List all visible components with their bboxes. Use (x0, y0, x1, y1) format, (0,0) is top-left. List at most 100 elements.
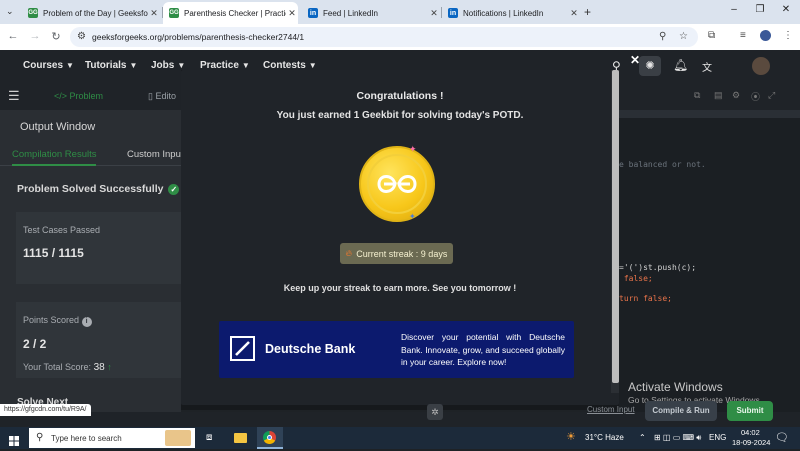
windows-start-icon[interactable] (9, 433, 19, 446)
browser-tab-active[interactable]: GG Parenthesis Checker | Practice | ✕ (163, 2, 298, 24)
close-icon[interactable]: ✕ (630, 53, 640, 67)
theme-toggle-icon[interactable]: ✺ (639, 56, 661, 76)
task-view-icon[interactable]: ⧈ (206, 432, 212, 443)
code-line[interactable]: false; (619, 274, 653, 283)
gfg-logo-icon (377, 175, 417, 193)
tray-chevron-icon[interactable]: ⌃ (639, 433, 646, 442)
url-text[interactable]: geeksforgeeks.org/problems/parenthesis-c… (92, 32, 304, 42)
search-icon: ⚲ (36, 432, 44, 443)
weather-icon: ☀ (566, 431, 576, 443)
tab-problem[interactable]: </> Problem (54, 91, 103, 101)
status-text: Problem Solved Successfully ✓ (17, 183, 180, 195)
code-icon: </> (54, 91, 70, 101)
page-bottom-strip: https://gfgcdn.com/tu/R9A/ ✲ Custom Inpu… (0, 401, 800, 427)
output-window-title: Output Window (20, 121, 96, 133)
menu-kebab-icon[interactable]: ⋮ (783, 30, 793, 41)
fullscreen-icon[interactable]: ⤢ (768, 90, 775, 101)
translate-icon[interactable]: 文 (702, 59, 712, 74)
chrome-icon[interactable] (257, 427, 283, 449)
forward-icon[interactable]: → (28, 30, 42, 42)
deutsche-bank-logo-icon (230, 336, 255, 361)
file-explorer-icon[interactable] (234, 433, 247, 443)
tab-title: Problem of the Day | GeeksforG (43, 8, 148, 18)
profile-icon[interactable] (760, 30, 771, 41)
test-cases-value: 1115 / 1115 (23, 246, 84, 260)
notification-bell-icon[interactable]: 🔔︎ (673, 58, 688, 72)
search-placeholder: Type here to search (51, 434, 122, 443)
arrow-up-icon: ↑ (107, 362, 112, 372)
gfg-icon: GG (169, 8, 179, 18)
clock-date[interactable]: 18-09-2024 (732, 438, 770, 447)
windows-taskbar: ⚲ Type here to search ⧈ ☀ 31°C Haze ⌃ ⊞ … (0, 427, 800, 449)
file-icon[interactable]: ▤ (714, 90, 723, 101)
browser-tab[interactable]: in Feed | LinkedIn ✕ (302, 2, 440, 24)
settings-icon[interactable]: ⚙ (732, 90, 740, 101)
code-line[interactable]: turn false; (619, 294, 672, 303)
code-editor-panel: ⧉ ▤ ⚙ ⦿ ⤢ e balanced or not. ='(')st.pus… (619, 82, 800, 412)
status-url: https://gfgcdn.com/tu/R9A/ (0, 404, 91, 416)
compile-run-button[interactable]: Compile & Run (645, 401, 717, 421)
fire-icon: 🔥︎ (345, 248, 353, 258)
linkedin-icon: in (308, 8, 318, 18)
tab-search-icon[interactable]: ⌄ (6, 6, 14, 17)
copy-icon[interactable]: ⧉ (694, 90, 700, 101)
code-line[interactable]: e balanced or not. (619, 160, 706, 169)
taskbar-search-input[interactable]: ⚲ Type here to search (29, 428, 195, 448)
reading-list-icon[interactable]: ≡ (740, 30, 746, 41)
close-tab-icon[interactable]: ✕ (568, 8, 580, 19)
modal-message: Keep up your streak to earn more. See yo… (283, 283, 517, 293)
code-line[interactable]: ='(')st.push(c); (619, 263, 696, 272)
tray-icons[interactable]: ⊞ ◫ ▭ ⌨ 🔊︎ (654, 433, 701, 443)
close-tab-icon[interactable]: ✕ (286, 8, 298, 19)
modal-scrollbar-thumb[interactable] (612, 70, 619, 383)
notification-center-icon[interactable]: 🗨︎ (775, 431, 789, 444)
deutsche-bank-ad[interactable]: Deutsche Bank Discover your potential wi… (219, 321, 574, 378)
editor-line-highlight (619, 110, 800, 118)
minimize-icon[interactable]: – (722, 4, 746, 15)
extensions-icon[interactable]: ⧉ (708, 30, 715, 41)
new-tab-icon[interactable]: + (584, 5, 591, 19)
restore-icon[interactable]: ❐ (748, 4, 772, 15)
close-tab-icon[interactable]: ✕ (148, 8, 160, 19)
site-info-icon[interactable]: ⚙ (77, 31, 86, 42)
browser-toolbar: ← → ↻ ⚙ geeksforgeeks.org/problems/paren… (0, 24, 800, 50)
back-icon[interactable]: ← (6, 30, 20, 42)
bookmark-star-icon[interactable]: ☆ (679, 31, 688, 42)
points-value: 2 / 2 (23, 337, 47, 351)
custom-input-button[interactable]: Custom Input (587, 405, 635, 414)
chevron-down-icon: ▼ (308, 61, 317, 70)
sparkle-icon: ✦ (409, 144, 417, 154)
points-card: Points Scored i 2 / 2 Your Total Score: … (16, 302, 186, 378)
geekbit-coin-icon: ✦ ✦ (359, 144, 435, 222)
ad-brand: Deutsche Bank (265, 342, 356, 356)
submit-button[interactable]: Submit (727, 401, 773, 421)
chevron-down-icon: ▼ (177, 61, 186, 70)
modal-subtitle: You just earned 1 Geekbit for solving to… (276, 110, 524, 121)
close-window-icon[interactable]: ✕ (774, 4, 798, 15)
chevron-down-icon: ▼ (241, 61, 250, 70)
browser-tab[interactable]: in Notifications | LinkedIn ✕ (442, 2, 580, 24)
problem-tabs: ☰ </> Problem ▯ Edito (0, 82, 181, 110)
address-bar[interactable]: ⚙ geeksforgeeks.org/problems/parenthesis… (70, 27, 698, 47)
close-tab-icon[interactable]: ✕ (428, 8, 440, 19)
hamburger-menu-icon[interactable]: ☰ (8, 88, 20, 104)
test-cases-label: Test Cases Passed (23, 225, 101, 235)
user-avatar[interactable] (752, 57, 770, 75)
weather-text[interactable]: 31°C Haze (585, 433, 624, 442)
browser-tab[interactable]: GG Problem of the Day | GeeksforG ✕ (22, 2, 160, 24)
nav-tutorials[interactable]: Tutorials ▼ (85, 60, 137, 71)
gfg-icon: GG (28, 8, 38, 18)
tab-editorial[interactable]: ▯ Edito (148, 91, 176, 102)
zoom-icon[interactable]: ⚲ (659, 31, 666, 42)
nav-courses[interactable]: Courses ▼ (23, 60, 74, 71)
tab-title: Parenthesis Checker | Practice | (184, 8, 286, 18)
ad-text: Discover your potential with Deutsche Ba… (401, 332, 565, 367)
clock-time[interactable]: 04:02 (741, 428, 760, 437)
info-icon[interactable]: i (81, 317, 92, 327)
language-indicator[interactable]: ENG (709, 433, 726, 442)
tab-custom-input[interactable]: Custom Inpu (127, 149, 181, 160)
reload-icon[interactable]: ↻ (49, 30, 63, 43)
debug-icon[interactable]: ✲ (427, 404, 443, 420)
chevron-down-icon: ▼ (66, 61, 74, 70)
tab-compilation-results[interactable]: Compilation Results (12, 149, 97, 166)
